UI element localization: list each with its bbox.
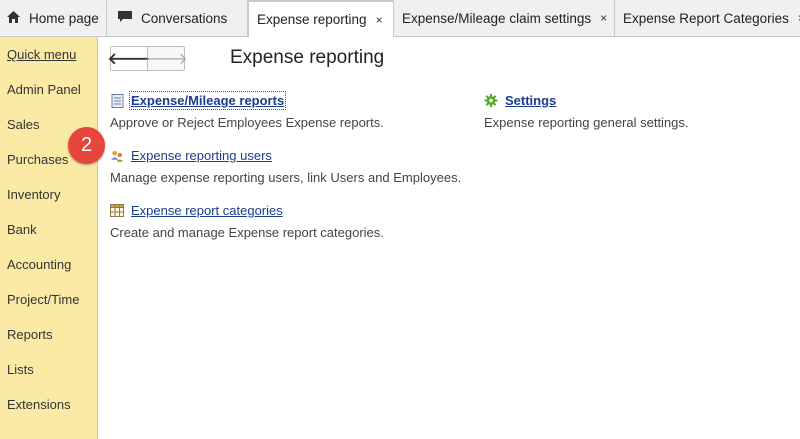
sidebar-item-lists[interactable]: Lists xyxy=(7,362,34,377)
tab-label: Expense Report Categories xyxy=(623,10,789,26)
close-icon[interactable]: × xyxy=(376,13,383,27)
page-title: Expense reporting xyxy=(230,47,385,68)
sidebar-item-admin-panel[interactable]: Admin Panel xyxy=(7,82,81,97)
tab-label: Home page xyxy=(29,10,99,26)
expense-reporting-users-link[interactable]: Expense reporting users xyxy=(131,148,272,163)
settings-desc: Expense reporting general settings. xyxy=(484,115,689,130)
table-icon xyxy=(110,204,124,218)
sidebar-item-inventory[interactable]: Inventory xyxy=(7,187,60,202)
expense-report-categories-desc: Create and manage Expense report categor… xyxy=(110,225,384,240)
step-badge: 2 xyxy=(68,127,105,164)
expense-mileage-reports-link[interactable]: Expense/Mileage reports xyxy=(128,91,287,110)
tab-bar: Home page Conversations Expense reportin… xyxy=(0,0,800,37)
history-nav: 🡐 🡒 xyxy=(107,46,188,71)
expense-report-categories-link[interactable]: Expense report categories xyxy=(131,203,283,218)
document-icon xyxy=(110,93,124,108)
expense-reporting-users-row: Expense reporting users xyxy=(110,148,272,163)
sidebar-item-extensions[interactable]: Extensions xyxy=(7,397,71,412)
sidebar-item-sales[interactable]: Sales xyxy=(7,117,40,132)
sidebar-item-bank[interactable]: Bank xyxy=(7,222,37,237)
close-icon[interactable]: × xyxy=(600,11,607,25)
sidebar-item-quick-menu[interactable]: Quick menu xyxy=(7,47,76,62)
tab-home-page[interactable]: Home page xyxy=(0,0,107,36)
users-icon xyxy=(110,149,124,163)
tab-conversations[interactable]: Conversations xyxy=(107,0,248,36)
tab-expense-report-categories[interactable]: Expense Report Categories × xyxy=(615,0,800,36)
chat-icon xyxy=(117,10,133,27)
expense-mileage-reports-row: Expense/Mileage reports xyxy=(110,91,287,110)
arrow-left-icon: 🡐 xyxy=(107,51,151,68)
tab-label: Expense reporting xyxy=(257,12,367,27)
sidebar-item-project-time[interactable]: Project/Time xyxy=(7,292,79,307)
expense-reporting-users-desc: Manage expense reporting users, link Use… xyxy=(110,170,462,185)
home-icon xyxy=(6,10,21,27)
settings-link[interactable]: Settings xyxy=(505,93,556,108)
sidebar-item-reports[interactable]: Reports xyxy=(7,327,53,342)
back-button[interactable]: 🡐 xyxy=(107,47,151,70)
sidebar-item-accounting[interactable]: Accounting xyxy=(7,257,71,272)
tab-expense-mileage-claim-settings[interactable]: Expense/Mileage claim settings × xyxy=(394,0,615,36)
tab-expense-reporting[interactable]: Expense reporting × xyxy=(248,0,394,37)
expense-mileage-reports-desc: Approve or Reject Employees Expense repo… xyxy=(110,115,384,130)
forward-button[interactable]: 🡒 xyxy=(145,47,188,70)
tab-label: Expense/Mileage claim settings xyxy=(402,10,592,26)
tab-label: Conversations xyxy=(141,10,228,26)
arrow-right-icon: 🡒 xyxy=(145,51,188,68)
settings-row: Settings xyxy=(484,93,556,108)
gear-icon xyxy=(484,93,498,108)
sidebar-item-purchases[interactable]: Purchases xyxy=(7,152,68,167)
expense-report-categories-row: Expense report categories xyxy=(110,203,283,218)
sidebar: Quick menu Admin Panel Sales Purchases I… xyxy=(0,37,98,439)
